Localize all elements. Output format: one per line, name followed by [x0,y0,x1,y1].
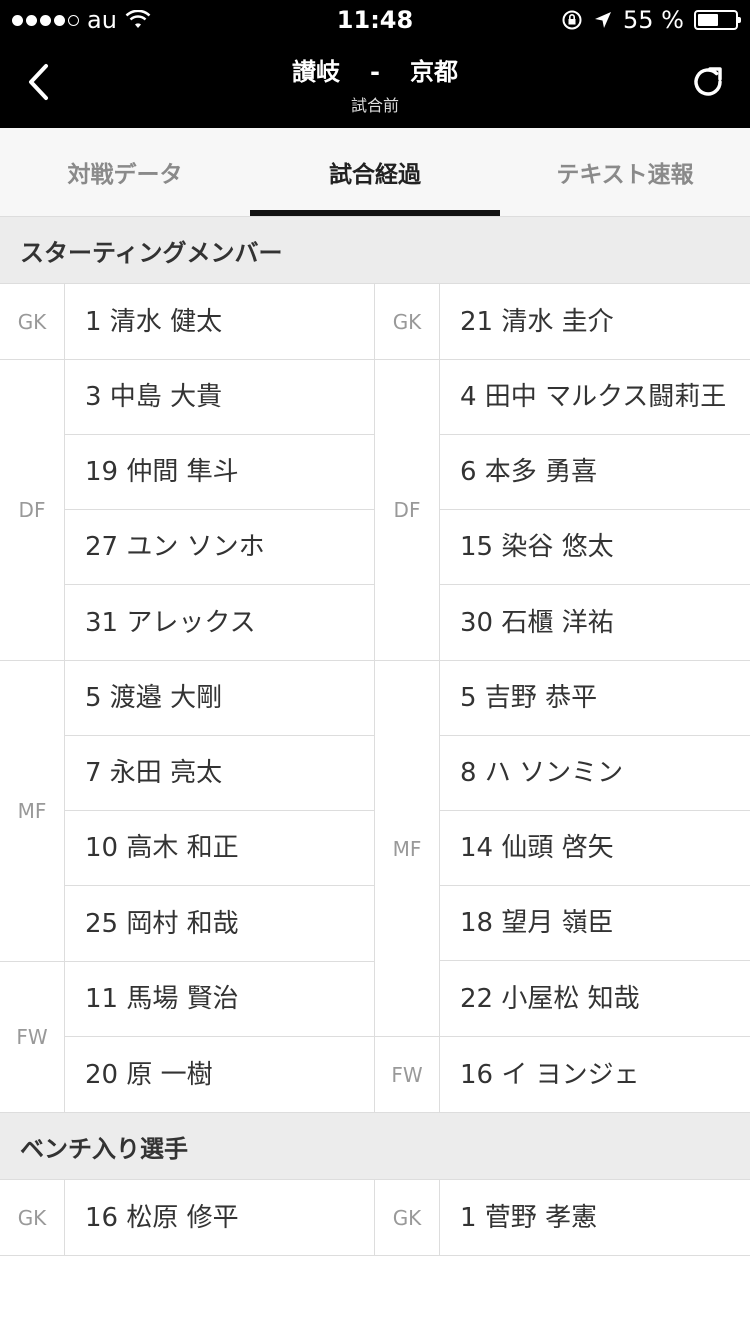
position-group: MF 5 吉野 恭平 8 ハ ソンミン 14 仙頭 啓矢 18 望月 嶺臣 22 小屋松 … [375,661,750,1037]
position-label: GK [0,284,65,359]
away-bench-lineup: GK 1 菅野 孝憲 [375,1180,750,1256]
refresh-icon[interactable] [690,64,726,100]
player-list: 3 中島 大貴 19 仲間 隼斗 27 ユン ソンホ 31 アレックス [65,360,374,660]
player-row[interactable]: 11 馬場 賢治 [65,962,374,1037]
player-row[interactable]: 18 望月 嶺臣 [440,886,750,961]
player-row[interactable]: 22 小屋松 知哉 [440,961,750,1036]
player-row[interactable]: 8 ハ ソンミン [440,736,750,811]
team-separator: - [370,58,380,86]
player-list: 21 清水 圭介 [440,284,750,359]
away-starting-lineup: GK 21 清水 圭介 DF 4 田中 マルクス闘莉王 6 本多 勇喜 15 染谷 悠太 3… [375,284,750,1113]
player-row[interactable]: 27 ユン ソンホ [65,510,374,585]
position-group: FW 16 イ ヨンジェ [375,1037,750,1113]
player-list: 4 田中 マルクス闘莉王 6 本多 勇喜 15 染谷 悠太 30 石櫃 洋祐 [440,360,750,660]
player-row[interactable]: 15 染谷 悠太 [440,510,750,585]
position-group: GK 21 清水 圭介 [375,284,750,360]
player-list: 5 渡邉 大剛 7 永田 亮太 10 高木 和正 25 岡村 和哉 [65,661,374,961]
top-bar: au 11:48 55 % 讃岐 - 京都 試合前 [0,0,750,128]
position-label: DF [375,360,440,660]
player-row[interactable]: 6 本多 勇喜 [440,435,750,510]
rotation-lock-icon [562,10,582,30]
player-list: 5 吉野 恭平 8 ハ ソンミン 14 仙頭 啓矢 18 望月 嶺臣 22 小屋松 知哉 [440,661,750,1036]
player-row[interactable]: 7 永田 亮太 [65,736,374,811]
player-row[interactable]: 3 中島 大貴 [65,360,374,435]
battery-icon [694,10,741,30]
position-label: GK [0,1180,65,1255]
position-label: DF [0,360,65,660]
tab-1[interactable]: 試合経過 [250,128,500,216]
player-list: 16 松原 修平 [65,1180,374,1255]
player-list: 16 イ ヨンジェ [440,1037,750,1112]
player-row[interactable]: 31 アレックス [65,585,374,660]
location-arrow-icon [595,12,612,28]
position-label: GK [375,284,440,359]
tab-bar: 対戦データ 試合経過 テキスト速報 [0,128,750,217]
away-team-name: 京都 [409,58,458,86]
position-label: MF [0,661,65,961]
match-title: 讃岐 - 京都 [0,52,750,87]
position-label: FW [375,1037,440,1112]
player-list: 1 清水 健太 [65,284,374,359]
player-row[interactable]: 5 吉野 恭平 [440,661,750,736]
player-row[interactable]: 10 高木 和正 [65,811,374,886]
status-bar: au 11:48 55 % [0,0,750,40]
player-row[interactable]: 21 清水 圭介 [440,284,750,359]
match-status: 試合前 [350,96,399,115]
player-row[interactable]: 16 松原 修平 [65,1180,374,1255]
player-row[interactable]: 16 イ ヨンジェ [440,1037,750,1112]
player-row[interactable]: 19 仲間 隼斗 [65,435,374,510]
battery-percent: 55 % [623,6,684,34]
player-row[interactable]: 20 原 一樹 [65,1037,374,1112]
player-row[interactable]: 25 岡村 和哉 [65,886,374,961]
position-group: DF 4 田中 マルクス闘莉王 6 本多 勇喜 15 染谷 悠太 30 石櫃 洋祐 [375,360,750,661]
starting-roster: GK 1 清水 健太 DF 3 中島 大貴 19 仲間 隼斗 27 ユン ソンホ 31 アレ… [0,283,750,1113]
position-label: GK [375,1180,440,1255]
player-row[interactable]: 14 仙頭 啓矢 [440,811,750,886]
position-label: MF [375,661,440,1036]
home-bench-lineup: GK 16 松原 修平 [0,1180,375,1256]
player-row[interactable]: 30 石櫃 洋祐 [440,585,750,660]
home-starting-lineup: GK 1 清水 健太 DF 3 中島 大貴 19 仲間 隼斗 27 ユン ソンホ 31 アレ… [0,284,375,1113]
section-title-starting: スターティングメンバー [0,217,750,283]
tab-0[interactable]: 対戦データ [0,128,250,216]
player-row[interactable]: 5 渡邉 大剛 [65,661,374,736]
position-group: GK 16 松原 修平 [0,1180,374,1256]
player-row[interactable]: 1 清水 健太 [65,284,374,359]
player-list: 11 馬場 賢治 20 原 一樹 [65,962,374,1112]
home-team-name: 讃岐 [292,58,341,86]
player-list: 1 菅野 孝憲 [440,1180,750,1255]
position-group: FW 11 馬場 賢治 20 原 一樹 [0,962,374,1113]
position-group: MF 5 渡邉 大剛 7 永田 亮太 10 高木 和正 25 岡村 和哉 [0,661,374,962]
position-label: FW [0,962,65,1112]
tab-2[interactable]: テキスト速報 [500,128,750,216]
position-group: GK 1 菅野 孝憲 [375,1180,750,1256]
player-row[interactable]: 4 田中 マルクス闘莉王 [440,360,750,435]
section-title-bench: ベンチ入り選手 [0,1113,750,1179]
position-group: DF 3 中島 大貴 19 仲間 隼斗 27 ユン ソンホ 31 アレックス [0,360,374,661]
nav-bar: 讃岐 - 京都 試合前 [0,40,750,128]
position-group: GK 1 清水 健太 [0,284,374,360]
bench-roster: GK 16 松原 修平 GK 1 菅野 孝憲 [0,1179,750,1256]
player-row[interactable]: 1 菅野 孝憲 [440,1180,750,1255]
